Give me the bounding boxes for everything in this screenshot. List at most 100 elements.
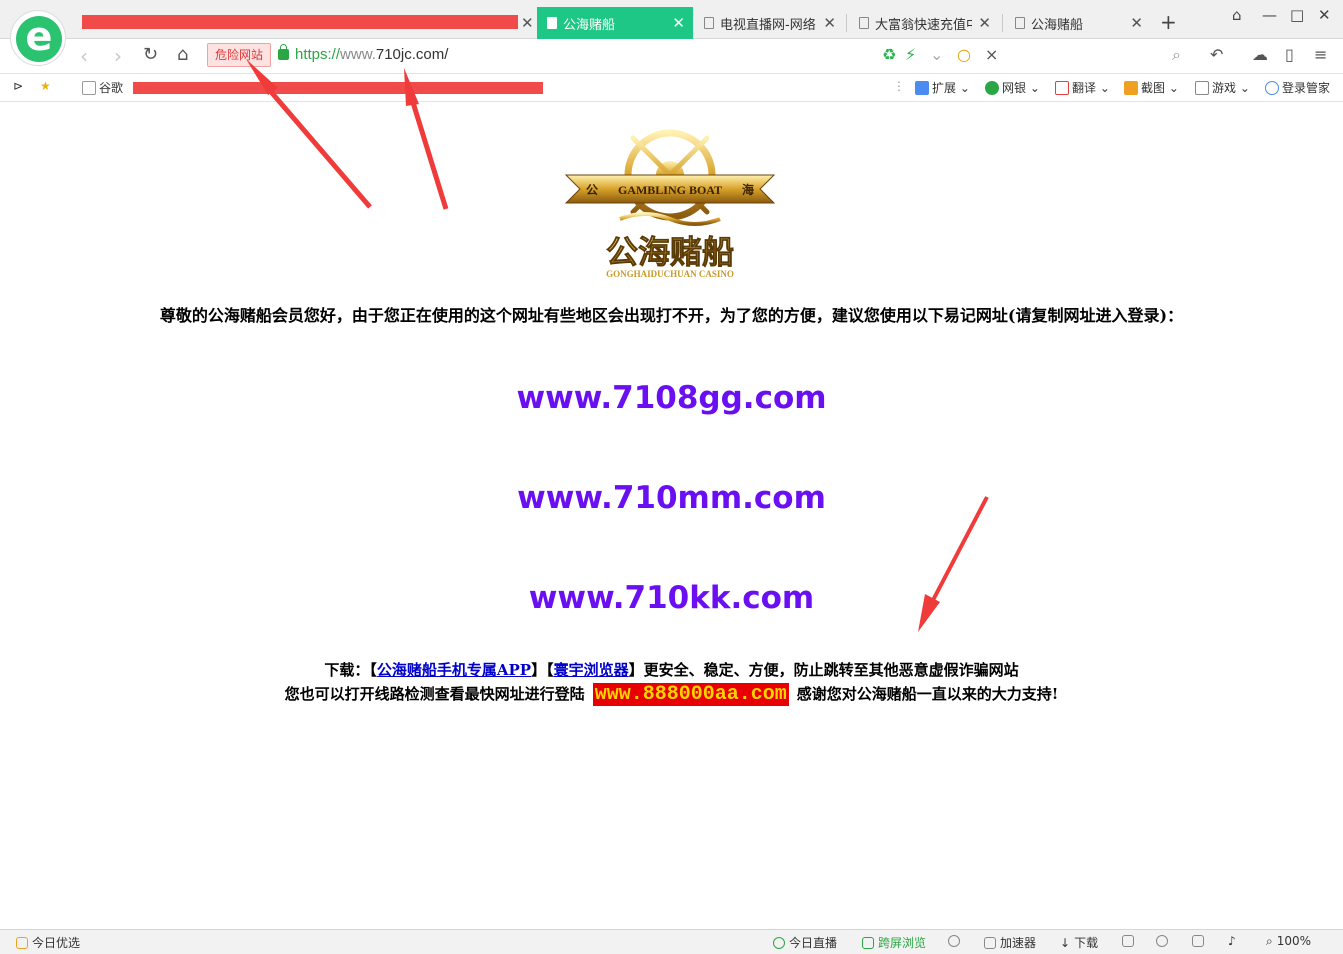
status-bar: 今日优选 今日直播 跨屏浏览 加速器 ↓ 下载 ♪ ⌕ 100% (0, 929, 1343, 954)
close-icon[interactable]: ✕ (1130, 14, 1143, 32)
status-today-live[interactable]: 今日直播 (773, 934, 837, 951)
more-icon[interactable]: ⋮ (893, 79, 905, 93)
close-window-button[interactable]: ✕ (1318, 6, 1331, 24)
status-window-icon[interactable] (1192, 934, 1208, 948)
play-icon (773, 937, 785, 949)
skin-icon[interactable]: ⌂ (1232, 6, 1242, 24)
tab-title: 电视直播网-网络电 (720, 17, 817, 33)
status-cross-screen[interactable]: 跨屏浏览 (862, 934, 926, 951)
address-input[interactable]: https://www.710jc.com/ (295, 46, 448, 63)
close-icon[interactable]: ✕ (672, 14, 685, 32)
minimize-button[interactable]: — (1262, 6, 1277, 24)
site-link-1[interactable]: www.7108gg.com (0, 380, 1343, 416)
bookmark-google[interactable]: 谷歌 (82, 79, 123, 96)
tab-title: 公海赌船 (1031, 17, 1084, 33)
zoom-icon: ⌕ (1266, 934, 1273, 948)
menu-icon[interactable]: ≡ (1314, 45, 1327, 64)
lightning-icon[interactable]: ⚡ (905, 45, 916, 64)
browser-logo: e (10, 10, 66, 66)
app-download-link[interactable]: 公海赌船手机专属APP (377, 661, 531, 679)
status-accelerator[interactable]: 加速器 (984, 934, 1036, 951)
cloud-icon[interactable]: ☁ (1252, 45, 1268, 64)
search-icon[interactable]: ⌕ (1172, 45, 1181, 65)
clear-search-button[interactable]: × (985, 45, 998, 64)
url-host: 710jc.com/ (375, 46, 449, 63)
tab-separator (846, 14, 847, 32)
tab-recharge[interactable]: 大富翁快速充值中心 ✕ (849, 7, 999, 39)
new-tab-button[interactable]: + (1160, 10, 1177, 34)
clock-icon (948, 935, 960, 947)
navigation-bar: ‹ › ↻ ⌂ 危险网站 https://www.710jc.com/ ♻ ⚡ … (0, 39, 1343, 74)
reload-icon[interactable]: ↻ (143, 44, 158, 65)
chevron-down-icon[interactable]: ⌄ (930, 45, 943, 64)
casino-logo: GAMBLING BOAT 公 海 公海赌船 GONGHAIDUCHUAN CA… (564, 120, 776, 279)
bookmark-screenshot[interactable]: 截图 ⌄ (1124, 79, 1179, 96)
line-check-url[interactable]: www.888000aa.com (592, 683, 789, 706)
tab-casino[interactable]: 公海赌船 ✕ (1005, 7, 1151, 39)
translate-icon (1055, 81, 1069, 95)
maximize-button[interactable]: □ (1290, 6, 1304, 24)
download-line: 下载：【公海赌船手机专属APP】【寰宇浏览器】更安全、稳定、方便，防止跳转至其他… (324, 661, 1019, 679)
status-ie-icon[interactable] (1156, 934, 1172, 948)
danger-site-badge[interactable]: 危险网站 (207, 43, 271, 67)
recycle-icon[interactable]: ♻ (882, 45, 896, 64)
scissors-icon (1124, 81, 1138, 95)
logo-left-char: 公 (586, 183, 598, 197)
browser-download-link[interactable]: 寰宇浏览器 (554, 661, 629, 679)
status-volume-icon[interactable]: ♪ (1228, 934, 1236, 948)
shield-icon (985, 81, 999, 95)
bookmark-netbank[interactable]: 网银 ⌄ (985, 79, 1040, 96)
gamepad-icon (1195, 81, 1209, 95)
status-download[interactable]: ↓ 下载 (1060, 934, 1098, 951)
close-icon[interactable]: ✕ (823, 14, 836, 32)
volume-icon: ♪ (1228, 934, 1236, 948)
page-content: GAMBLING BOAT 公 海 公海赌船 GONGHAIDUCHUAN CA… (0, 103, 1343, 929)
forward-icon[interactable]: › (114, 44, 122, 68)
window-icon (1192, 935, 1204, 947)
tab-title: 大富翁快速充值中心 (875, 17, 972, 33)
undo-icon[interactable]: ↶ (1210, 45, 1223, 64)
notice-text: 尊敬的公海赌船会员您好，由于您正在使用的这个网址有些地区会出现打不开，为了您的方… (159, 306, 1184, 325)
rocket-icon (984, 937, 996, 949)
home-icon[interactable]: ⌂ (177, 44, 188, 65)
tab-tv-live[interactable]: 电视直播网-网络电 ✕ (694, 7, 844, 39)
sidebar-toggle-icon[interactable]: ⊳ (13, 79, 23, 93)
bookmark-login-manager[interactable]: 登录管家 (1265, 79, 1330, 96)
site-link-3[interactable]: www.710kk.com (0, 580, 1343, 616)
ie-mode-icon (1156, 935, 1168, 947)
tab-active[interactable]: 公海赌船 ✕ (537, 7, 693, 39)
tab-bar: ✕ 公海赌船 ✕ 电视直播网-网络电 ✕ 大富翁快速充值中心 ✕ 公海赌船 ✕ … (0, 0, 1343, 39)
flag-icon (1122, 935, 1134, 947)
bookmark-games[interactable]: 游戏 ⌄ (1195, 79, 1250, 96)
close-icon[interactable]: ✕ (521, 14, 534, 32)
site-link-2[interactable]: www.710mm.com (0, 480, 1343, 516)
tab-title: 公海赌船 (563, 17, 616, 33)
e-logo-icon: e (25, 14, 53, 60)
close-icon[interactable]: ✕ (978, 14, 991, 32)
bookmark-extensions[interactable]: 扩展 ⌄ (915, 79, 970, 96)
status-flag-icon[interactable] (1122, 934, 1138, 948)
favorites-star-icon[interactable]: ★ (40, 79, 51, 93)
back-icon[interactable]: ‹ (80, 44, 88, 68)
gift-icon (16, 937, 28, 949)
status-clock-icon[interactable] (948, 934, 964, 948)
line-check-line: 您也可以打开线路检测查看最快网址进行登陆 www.888000aa.com 感谢您对… (284, 683, 1059, 706)
redacted-tabs (82, 15, 518, 29)
bookmark-translate[interactable]: 翻译 ⌄ (1055, 79, 1110, 96)
logo-cn-text: 公海赌船 (606, 233, 734, 271)
extension-icon (915, 81, 929, 95)
status-today-pick[interactable]: 今日优选 (16, 934, 80, 951)
status-zoom[interactable]: ⌕ 100% (1266, 934, 1311, 949)
tab-separator (1002, 14, 1003, 32)
download-icon: ↓ (1060, 936, 1071, 950)
url-prefix: www. (340, 46, 376, 63)
logo-banner-text: GAMBLING BOAT (618, 183, 722, 197)
bookmarks-bar: ⊳ ★ 谷歌 ⋮ 扩展 ⌄ 网银 ⌄ 翻译 ⌄ 截图 ⌄ 游戏 ⌄ 登录管家 (0, 74, 1343, 102)
document-icon (547, 17, 557, 29)
tab-redacted-close[interactable]: ✕ (505, 7, 535, 39)
mobile-icon[interactable]: ▯ (1285, 45, 1294, 64)
logo-en-text: GONGHAIDUCHUAN CASINO (606, 269, 734, 279)
lock-icon (278, 44, 289, 60)
search-engine-icon[interactable]: ○ (957, 45, 971, 64)
document-icon (859, 17, 869, 29)
